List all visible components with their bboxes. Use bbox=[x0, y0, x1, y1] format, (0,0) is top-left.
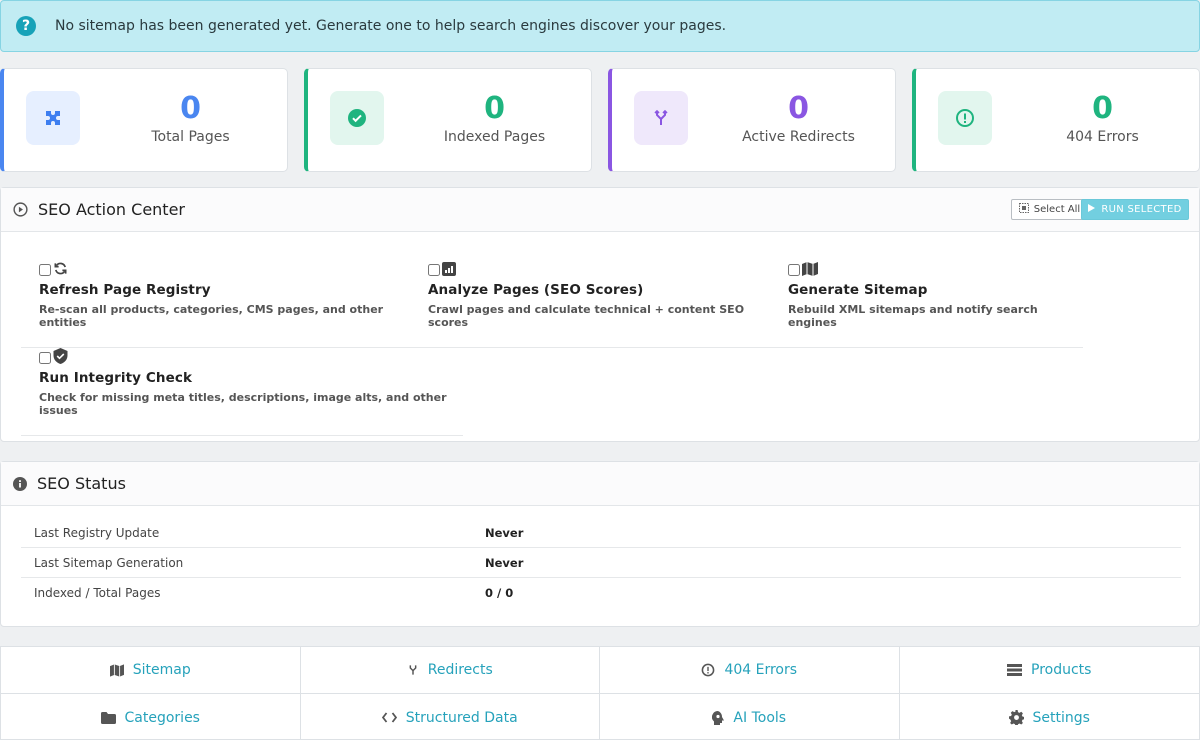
action-title: Refresh Page Registry bbox=[39, 282, 211, 298]
refresh-registry-checkbox[interactable] bbox=[39, 264, 51, 276]
stat-label: 404 Errors bbox=[1066, 129, 1139, 145]
nav-label: Categories bbox=[124, 709, 200, 726]
chart-icon bbox=[442, 261, 456, 280]
analyze-pages-checkbox[interactable] bbox=[428, 264, 440, 276]
status-key: Last Sitemap Generation bbox=[34, 555, 184, 570]
stat-card-active-redirects: 0 Active Redirects bbox=[608, 68, 896, 172]
action-center-title: SEO Action Center bbox=[38, 200, 185, 219]
question-circle-icon: ? bbox=[16, 16, 36, 36]
map-icon bbox=[802, 261, 818, 280]
stat-value: 0 bbox=[1092, 91, 1113, 126]
stat-label: Active Redirects bbox=[742, 129, 855, 145]
nav-label: Settings bbox=[1032, 709, 1090, 726]
nav-redirects[interactable]: Redirects bbox=[300, 647, 600, 694]
status-value: Never bbox=[485, 555, 524, 570]
sitemap-alert: ? No sitemap has been generated yet. Gen… bbox=[0, 0, 1200, 52]
status-row: Indexed / Total Pages 0 / 0 bbox=[21, 578, 1181, 608]
nav-settings[interactable]: Settings bbox=[900, 694, 1200, 740]
nav-label: Products bbox=[1031, 662, 1092, 678]
stat-value: 0 bbox=[180, 91, 201, 126]
stat-label: Indexed Pages bbox=[443, 129, 546, 145]
code-icon bbox=[381, 712, 397, 723]
exclamation-circle-icon bbox=[938, 91, 992, 145]
shield-check-icon bbox=[53, 348, 68, 368]
action-refresh-registry: Refresh Page Registry Re-scan all produc… bbox=[21, 260, 411, 348]
seo-status-panel: SEO Status Last Registry Update Never La… bbox=[0, 461, 1200, 627]
run-selected-label: RUN SELECTED bbox=[1101, 204, 1182, 215]
action-analyze-pages: Analyze Pages (SEO Scores) Crawl pages a… bbox=[411, 260, 771, 348]
stat-card-indexed-pages: 0 Indexed Pages bbox=[304, 68, 592, 172]
exclamation-circle-icon bbox=[701, 663, 715, 677]
nav-sitemap[interactable]: Sitemap bbox=[1, 647, 301, 694]
alert-text: No sitemap has been generated yet. Gener… bbox=[55, 18, 727, 34]
seo-action-center-panel: SEO Action Center Select All RUN SELECTE… bbox=[0, 187, 1200, 442]
action-title: Generate Sitemap bbox=[788, 282, 928, 298]
action-integrity-check: Run Integrity Check Check for missing me… bbox=[21, 348, 463, 436]
stat-value: 0 bbox=[788, 91, 809, 126]
action-title: Run Integrity Check bbox=[39, 370, 193, 386]
info-circle-icon bbox=[13, 476, 27, 491]
nav-label: AI Tools bbox=[733, 709, 787, 726]
list-icon bbox=[1007, 664, 1023, 676]
nav-label: Redirects bbox=[427, 662, 493, 678]
check-circle-icon bbox=[330, 91, 384, 145]
nav-products[interactable]: Products bbox=[899, 647, 1199, 694]
seo-status-header: SEO Status bbox=[1, 462, 1199, 506]
play-circle-icon bbox=[13, 202, 28, 217]
integrity-check-checkbox[interactable] bbox=[39, 352, 51, 364]
brain-icon bbox=[712, 710, 725, 725]
action-description: Crawl pages and calculate technical + co… bbox=[428, 303, 745, 329]
stat-label: Total Pages bbox=[151, 129, 230, 145]
status-value: 0 / 0 bbox=[485, 586, 514, 600]
fork-icon bbox=[634, 91, 688, 145]
generate-sitemap-checkbox[interactable] bbox=[788, 264, 800, 276]
gear-icon bbox=[1008, 710, 1024, 725]
nav-label: Structured Data bbox=[405, 709, 518, 726]
nav-label: Sitemap bbox=[132, 662, 191, 678]
stat-card-404-errors: 0 404 Errors bbox=[912, 68, 1200, 172]
action-center-header: SEO Action Center Select All RUN SELECTE… bbox=[1, 188, 1199, 232]
seo-status-title: SEO Status bbox=[37, 474, 126, 493]
action-generate-sitemap: Generate Sitemap Rebuild XML sitemaps an… bbox=[771, 260, 1083, 348]
action-description: Rebuild XML sitemaps and notify search e… bbox=[788, 303, 1038, 329]
select-all-button[interactable]: Select All bbox=[1011, 199, 1088, 220]
nav-label: 404 Errors bbox=[724, 662, 798, 678]
action-description: Check for missing meta titles, descripti… bbox=[39, 391, 447, 417]
stat-value: 0 bbox=[484, 91, 505, 126]
status-value: Never bbox=[485, 525, 524, 540]
nav-ai-tools[interactable]: AI Tools bbox=[600, 694, 900, 740]
map-icon bbox=[109, 663, 124, 677]
nav-404-errors[interactable]: 404 Errors bbox=[600, 647, 900, 694]
quick-nav-grid: Sitemap Redirects 404 Errors Products Ca… bbox=[0, 646, 1200, 740]
play-icon bbox=[1088, 204, 1096, 215]
status-key: Last Registry Update bbox=[34, 525, 160, 540]
action-description: Re-scan all products, categories, CMS pa… bbox=[39, 303, 384, 329]
nav-categories[interactable]: Categories bbox=[1, 694, 301, 740]
puzzle-icon bbox=[26, 91, 80, 145]
run-selected-button[interactable]: RUN SELECTED bbox=[1081, 199, 1189, 220]
sync-icon bbox=[53, 261, 68, 280]
status-row: Last Registry Update Never bbox=[21, 518, 1181, 548]
stat-card-total-pages: 0 Total Pages bbox=[0, 68, 288, 172]
select-all-icon bbox=[1018, 203, 1029, 216]
fork-icon bbox=[407, 663, 419, 677]
status-row: Last Sitemap Generation Never bbox=[21, 548, 1181, 578]
select-all-label: Select All bbox=[1033, 204, 1081, 215]
nav-structured-data[interactable]: Structured Data bbox=[301, 694, 600, 740]
action-title: Analyze Pages (SEO Scores) bbox=[428, 282, 644, 298]
status-key: Indexed / Total Pages bbox=[34, 586, 161, 600]
folder-icon bbox=[100, 711, 116, 724]
